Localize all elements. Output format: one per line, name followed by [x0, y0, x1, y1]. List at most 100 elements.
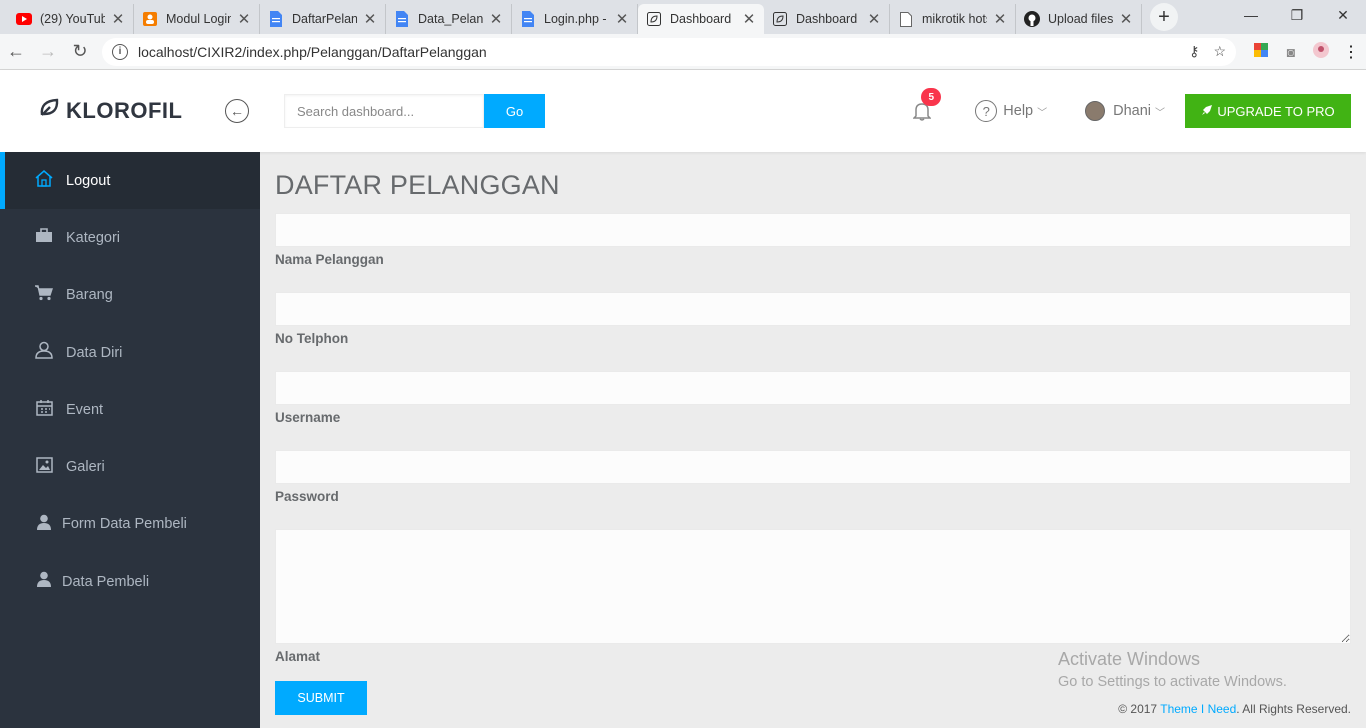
header-right: 5 ? Help ﹀ Dhani ﹀ UPGRADE TO PRO	[912, 70, 1351, 152]
brand-logo[interactable]: KLOROFIL	[0, 97, 205, 125]
main-wrap: Logout Kategori Barang Data Diri Event G…	[0, 152, 1366, 728]
tab-title: (29) YouTube	[40, 12, 105, 26]
sidebar-item-label: Data Pembeli	[62, 573, 150, 590]
tab-title: Dashboard	[670, 12, 732, 26]
notifications-button[interactable]: 5	[912, 88, 942, 121]
submit-button[interactable]: SUBMIT	[275, 681, 367, 715]
browser-tab[interactable]: Data_Pelanggan ✕	[386, 4, 512, 34]
menu-icon[interactable]: ⋮	[1336, 42, 1366, 62]
docs-icon	[520, 11, 536, 27]
footer-theme-link[interactable]: Theme I Need	[1160, 702, 1236, 716]
url-text: localhost/CIXIR2/index.php/Pelanggan/Daf…	[138, 43, 487, 60]
tab-title: Dashboard	[796, 12, 858, 26]
extension-icon[interactable]	[1246, 43, 1276, 60]
nama-pelanggan-input[interactable]	[275, 213, 1351, 247]
close-icon[interactable]: ✕	[363, 10, 377, 28]
klorofil-icon	[646, 11, 662, 27]
browser-tab[interactable]: Login.php - ✕	[512, 4, 638, 34]
close-icon[interactable]: ✕	[489, 10, 503, 28]
brand-name: KLOROFIL	[66, 98, 183, 123]
minimize-icon[interactable]: —	[1228, 0, 1274, 30]
chevron-down-icon: ﹀	[1037, 107, 1048, 119]
alamat-textarea[interactable]	[275, 529, 1351, 644]
close-icon[interactable]: ✕	[111, 10, 125, 28]
upgrade-label: UPGRADE TO PRO	[1217, 103, 1335, 119]
sidebar-item-barang[interactable]: Barang	[0, 267, 260, 324]
restore-icon[interactable]: ❐	[1274, 0, 1320, 30]
close-icon[interactable]: ✕	[742, 10, 756, 28]
notification-badge: 5	[921, 88, 942, 106]
windows-activation-watermark: Activate Windows Go to Settings to activ…	[1058, 649, 1287, 690]
browser-tab[interactable]: (29) YouTube ✕	[8, 4, 134, 34]
browser-tab[interactable]: Dashboard ✕	[764, 4, 890, 34]
tab-title: DaftarPelanggan	[292, 12, 357, 26]
page-title: DAFTAR PELANGGAN	[275, 170, 560, 200]
sidebar-item-event[interactable]: Event	[0, 381, 260, 438]
browser-tab-active[interactable]: Dashboard ✕	[638, 4, 764, 34]
close-icon[interactable]: ✕	[867, 10, 881, 28]
footer: © 2017 Theme I Need. All Rights Reserved…	[1118, 702, 1351, 716]
page-icon	[898, 11, 914, 27]
sidebar-toggle-icon[interactable]: ←	[225, 99, 249, 123]
back-icon[interactable]: ←	[0, 41, 32, 62]
user-solid-icon	[34, 514, 54, 535]
docs-icon	[394, 11, 410, 27]
watermark-line2: Go to Settings to activate Windows.	[1058, 674, 1287, 690]
main-content: DAFTAR PELANGGAN Nama Pelanggan No Telph…	[260, 152, 1366, 728]
browser-tab[interactable]: Upload files ✕	[1016, 4, 1142, 34]
user-name: Dhani	[1113, 103, 1151, 119]
tab-title: Login.php -	[544, 12, 607, 26]
info-icon[interactable]: i	[112, 43, 128, 60]
profile-icon[interactable]	[1306, 42, 1336, 61]
close-icon[interactable]: ✕	[615, 10, 629, 28]
rocket-icon	[1201, 104, 1213, 119]
sidebar-item-logout[interactable]: Logout	[0, 152, 260, 210]
blogger-icon	[142, 11, 158, 27]
close-icon[interactable]: ✕	[237, 10, 251, 28]
browser-tab[interactable]: mikrotik hotspot ✕	[890, 4, 1016, 34]
browser-tab[interactable]: DaftarPelanggan ✕	[260, 4, 386, 34]
no-telphon-label: No Telphon	[275, 331, 349, 346]
close-icon[interactable]: ✕	[993, 10, 1007, 28]
username-label: Username	[275, 410, 341, 425]
github-icon	[1024, 11, 1040, 27]
close-icon[interactable]: ✕	[1119, 10, 1133, 28]
password-label: Password	[275, 489, 339, 504]
search-form: Go	[284, 94, 545, 128]
sidebar-item-data-pembeli[interactable]: Data Pembeli	[0, 553, 260, 610]
bag-icon	[34, 227, 54, 248]
tab-title: Modul Login	[166, 12, 231, 26]
footer-copyright: © 2017	[1118, 702, 1161, 716]
browser-tab[interactable]: Modul Login ✕	[134, 4, 260, 34]
help-menu[interactable]: ? Help ﹀	[975, 100, 1047, 122]
no-telphon-input[interactable]	[275, 292, 1351, 326]
reload-icon[interactable]: ↻	[64, 41, 96, 62]
sidebar-item-label: Form Data Pembeli	[62, 516, 187, 533]
window-controls: — ❐ ✕	[1228, 0, 1366, 30]
forward-icon[interactable]: →	[32, 41, 64, 62]
sidebar: Logout Kategori Barang Data Diri Event G…	[0, 152, 260, 728]
picture-icon	[34, 456, 54, 478]
key-icon[interactable]: ⚷	[1189, 43, 1199, 60]
url-field[interactable]: i localhost/CIXIR2/index.php/Pelanggan/D…	[102, 37, 1236, 66]
chevron-down-icon: ﹀	[1155, 107, 1165, 119]
tab-title: Upload files	[1048, 12, 1113, 26]
user-menu[interactable]: Dhani ﹀	[1085, 101, 1165, 121]
sidebar-item-form-data-pembeli[interactable]: Form Data Pembeli	[0, 496, 260, 553]
sidebar-item-data-diri[interactable]: Data Diri	[0, 324, 260, 381]
close-window-icon[interactable]: ✕	[1320, 0, 1366, 30]
star-icon[interactable]: ☆	[1213, 43, 1226, 60]
nama-pelanggan-label: Nama Pelanggan	[275, 252, 384, 267]
password-input[interactable]	[275, 450, 1351, 484]
upgrade-button[interactable]: UPGRADE TO PRO	[1185, 94, 1351, 128]
user-icon	[34, 341, 54, 364]
search-go-button[interactable]: Go	[484, 94, 545, 128]
new-tab-button[interactable]: +	[1150, 3, 1178, 31]
username-input[interactable]	[275, 371, 1351, 405]
camera-icon[interactable]: ◙	[1276, 44, 1306, 60]
search-input[interactable]	[284, 94, 484, 128]
sidebar-item-kategori[interactable]: Kategori	[0, 209, 260, 266]
bell-icon	[912, 103, 933, 125]
help-label: Help	[1003, 103, 1034, 119]
sidebar-item-galeri[interactable]: Galeri	[0, 438, 260, 495]
